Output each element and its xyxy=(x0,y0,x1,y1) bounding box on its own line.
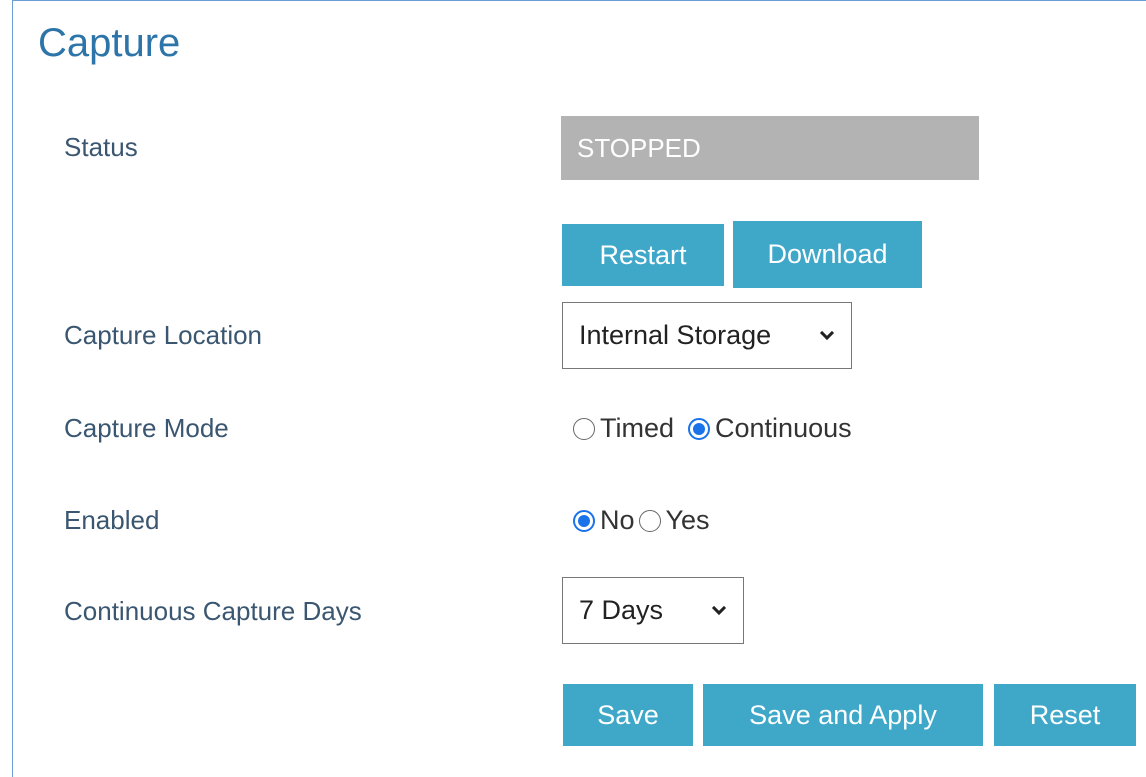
capture-location-value: Internal Storage xyxy=(579,320,772,350)
radio-continuous-label: Continuous xyxy=(715,413,852,443)
capture-location-label: Capture Location xyxy=(64,320,263,350)
continuous-capture-days-label: Continuous Capture Days xyxy=(64,596,362,626)
continuous-capture-days-value: 7 Days xyxy=(579,595,664,625)
enabled-option-yes[interactable]: Yes xyxy=(638,505,710,536)
capture-mode-label: Capture Mode xyxy=(64,413,229,443)
chevron-down-icon xyxy=(819,329,835,340)
capture-mode-option-continuous[interactable]: Continuous xyxy=(688,413,852,444)
restart-button[interactable]: Restart xyxy=(562,224,724,286)
status-badge: STOPPED xyxy=(561,116,979,180)
chevron-down-icon xyxy=(711,604,727,615)
enabled-radio-group: No Yes xyxy=(573,505,724,536)
capture-location-select[interactable]: Internal Storage xyxy=(562,302,852,369)
radio-continuous[interactable] xyxy=(688,417,711,440)
radio-no-label: No xyxy=(600,505,635,535)
enabled-label: Enabled xyxy=(64,505,160,535)
enabled-option-no[interactable]: No xyxy=(573,505,635,536)
continuous-capture-days-select[interactable]: 7 Days xyxy=(562,577,744,644)
status-label: Status xyxy=(64,132,138,162)
save-button[interactable]: Save xyxy=(563,684,693,746)
capture-mode-option-timed[interactable]: Timed xyxy=(573,413,674,444)
radio-no[interactable] xyxy=(573,509,595,532)
radio-yes[interactable] xyxy=(638,509,661,532)
capture-mode-radio-group: Timed Continuous xyxy=(573,413,866,444)
save-and-apply-button[interactable]: Save and Apply xyxy=(703,684,983,746)
page-title: Capture xyxy=(38,21,181,65)
download-button[interactable]: Download xyxy=(733,221,922,288)
radio-yes-label: Yes xyxy=(665,505,710,535)
radio-timed-label: Timed xyxy=(600,413,675,443)
radio-timed[interactable] xyxy=(573,417,595,440)
reset-button[interactable]: Reset xyxy=(994,684,1136,746)
